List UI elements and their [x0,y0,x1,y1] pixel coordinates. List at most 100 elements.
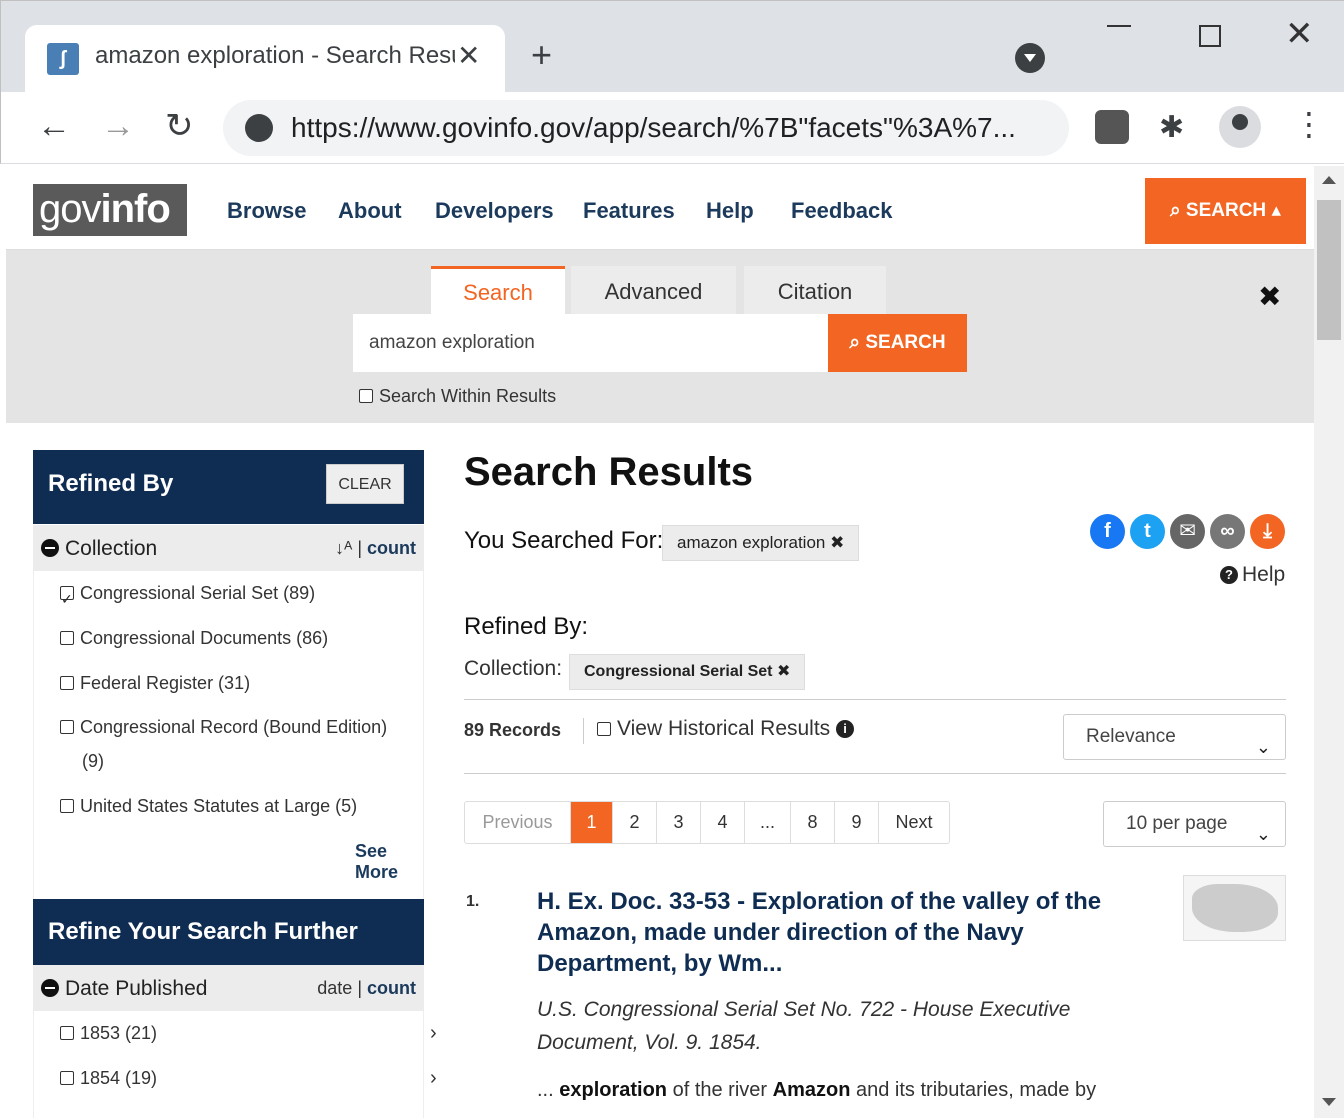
nav-browse[interactable]: Browse [227,198,306,224]
sort-alpha-icon[interactable]: ↓ᴬ [335,538,352,558]
nav-help[interactable]: Help [706,198,754,224]
checkbox-icon[interactable] [60,676,74,690]
facet-item-1853[interactable]: 1853 (21) [60,1016,400,1050]
pager-page-1[interactable]: 1 [571,802,613,843]
tab-advanced[interactable]: Advanced [571,266,736,316]
facet-item-federal-register[interactable]: Federal Register (31) [60,666,400,700]
facet-item-congressional-record[interactable]: Congressional Record (Bound Edition) [60,710,400,744]
maximize-icon[interactable] [1199,25,1221,47]
record-count: 89 Records [464,720,562,740]
page-scrollbar[interactable] [1314,166,1344,1118]
browser-menu-icon[interactable]: ⋮ [1293,108,1325,140]
result-thumbnail[interactable] [1183,875,1286,941]
download-icon[interactable]: ⤓ [1250,514,1285,549]
site-info-icon[interactable] [245,114,273,142]
collapse-icon[interactable] [41,539,59,557]
checkbox-icon[interactable] [60,1071,74,1085]
link-icon[interactable]: ∞ [1210,514,1245,549]
facebook-icon[interactable]: f [1090,514,1125,549]
reload-icon[interactable]: ↻ [165,106,194,146]
pager-page-8[interactable]: 8 [791,802,835,843]
view-historical-checkbox[interactable]: View Historical Results i [597,717,858,741]
chevron-right-icon[interactable]: › [430,1022,437,1045]
collection-facet-title[interactable]: Collection [41,537,157,561]
facet-label: Congressional Serial Set (89) [80,583,316,603]
search-button[interactable]: ⌕ SEARCH [828,314,967,372]
sort-date[interactable]: date [317,978,352,998]
clear-button[interactable]: CLEAR [326,464,404,504]
search-input[interactable] [353,314,829,372]
sort-count[interactable]: count [367,978,416,998]
forward-icon[interactable]: → [101,106,135,146]
checkbox-checked-icon[interactable] [60,582,74,616]
profile-avatar-icon[interactable] [1219,106,1261,148]
header-search-button[interactable]: ⌕ SEARCH ▴ [1145,178,1306,244]
tab-close-icon[interactable]: ✕ [457,39,480,72]
window-close-icon[interactable]: ✕ [1285,17,1314,51]
collection-chip[interactable]: Congressional Serial Set ✖ [569,654,806,690]
facet-item-statutes-at-large[interactable]: United States Statutes at Large (5) [60,789,400,823]
remove-icon[interactable]: ✖ [777,663,790,680]
nav-features[interactable]: Features [583,198,675,224]
query-chip[interactable]: amazon exploration ✖ [662,525,860,561]
sort-count[interactable]: count [367,538,416,558]
tab-search-icon[interactable] [1015,43,1045,73]
collection-facet-list: Congressional Serial Set (89) Congressio… [33,571,424,899]
result-title-link[interactable]: H. Ex. Doc. 33-53 - Exploration of the v… [537,886,1147,979]
facet-item-congressional-documents[interactable]: Congressional Documents (86) [60,621,400,655]
email-icon[interactable]: ✉ [1170,514,1205,549]
tab-search[interactable]: Search [431,266,565,316]
checkbox-icon[interactable] [60,631,74,645]
checkbox-icon[interactable] [60,1026,74,1040]
collection-sort[interactable]: ↓ᴬ | count [335,538,416,559]
address-bar[interactable]: https://www.govinfo.gov/app/search/%7B"f… [223,100,1069,156]
extension-icon[interactable] [1095,110,1129,144]
new-tab-icon[interactable]: + [531,37,552,73]
checkbox-icon[interactable] [597,722,611,736]
pager-page-3[interactable]: 3 [657,802,701,843]
pager-page-4[interactable]: 4 [701,802,745,843]
nav-developers[interactable]: Developers [435,198,554,224]
date-facet-header[interactable]: Date Published date | count [33,965,424,1011]
facet-item-1854[interactable]: 1854 (19) [60,1061,400,1095]
collection-facet-header[interactable]: Collection ↓ᴬ | count [33,525,424,571]
govinfo-logo[interactable]: govinfo [33,184,187,236]
date-title: Date Published [65,977,208,1000]
checkbox-icon[interactable] [359,389,373,403]
nav-about[interactable]: About [338,198,402,224]
scroll-down-icon[interactable] [1322,1098,1336,1106]
date-facet-title[interactable]: Date Published [41,977,207,1001]
search-panel: Search Advanced Citation ⌕ SEARCH ✖ Sear… [6,250,1314,423]
back-icon[interactable]: ← [37,106,71,146]
see-more-link[interactable]: See More [355,841,423,883]
facet-item-serial-set[interactable]: Congressional Serial Set (89) [60,576,400,616]
url-text[interactable]: https://www.govinfo.gov/app/search/%7B"f… [291,112,1051,144]
pager-previous[interactable]: Previous [465,802,571,843]
per-page-select[interactable]: 10 per page ⌄ [1103,801,1286,847]
puzzle-extensions-icon[interactable]: ✱ [1159,110,1193,144]
chevron-right-icon[interactable]: › [430,1067,437,1090]
browser-tab[interactable]: ʃ amazon exploration - Search Resu ✕ [25,25,505,93]
pager-page-9[interactable]: 9 [835,802,879,843]
collapse-icon[interactable] [41,979,59,997]
scroll-thumb[interactable] [1317,200,1341,340]
govinfo-favicon-icon: ʃ [47,43,79,75]
checkbox-icon[interactable] [60,799,74,813]
minimize-icon[interactable] [1107,25,1131,27]
help-link[interactable]: ? Help [1220,563,1285,587]
nav-feedback[interactable]: Feedback [791,198,893,224]
date-sort[interactable]: date | count [317,978,416,999]
remove-icon[interactable]: ✖ [830,533,844,552]
sort-select[interactable]: Relevance ⌄ [1063,714,1286,760]
pager-next[interactable]: Next [879,802,949,843]
close-icon[interactable]: ✖ [1258,280,1281,313]
pager-ellipsis: ... [745,802,791,843]
twitter-icon[interactable]: t [1130,514,1165,549]
pager-page-2[interactable]: 2 [613,802,657,843]
tab-citation[interactable]: Citation [744,266,886,316]
help-label: Help [1242,563,1286,586]
info-icon[interactable]: i [836,720,855,738]
checkbox-icon[interactable] [60,720,74,734]
search-within-checkbox[interactable]: Search Within Results [359,386,556,407]
scroll-up-icon[interactable] [1322,176,1336,184]
